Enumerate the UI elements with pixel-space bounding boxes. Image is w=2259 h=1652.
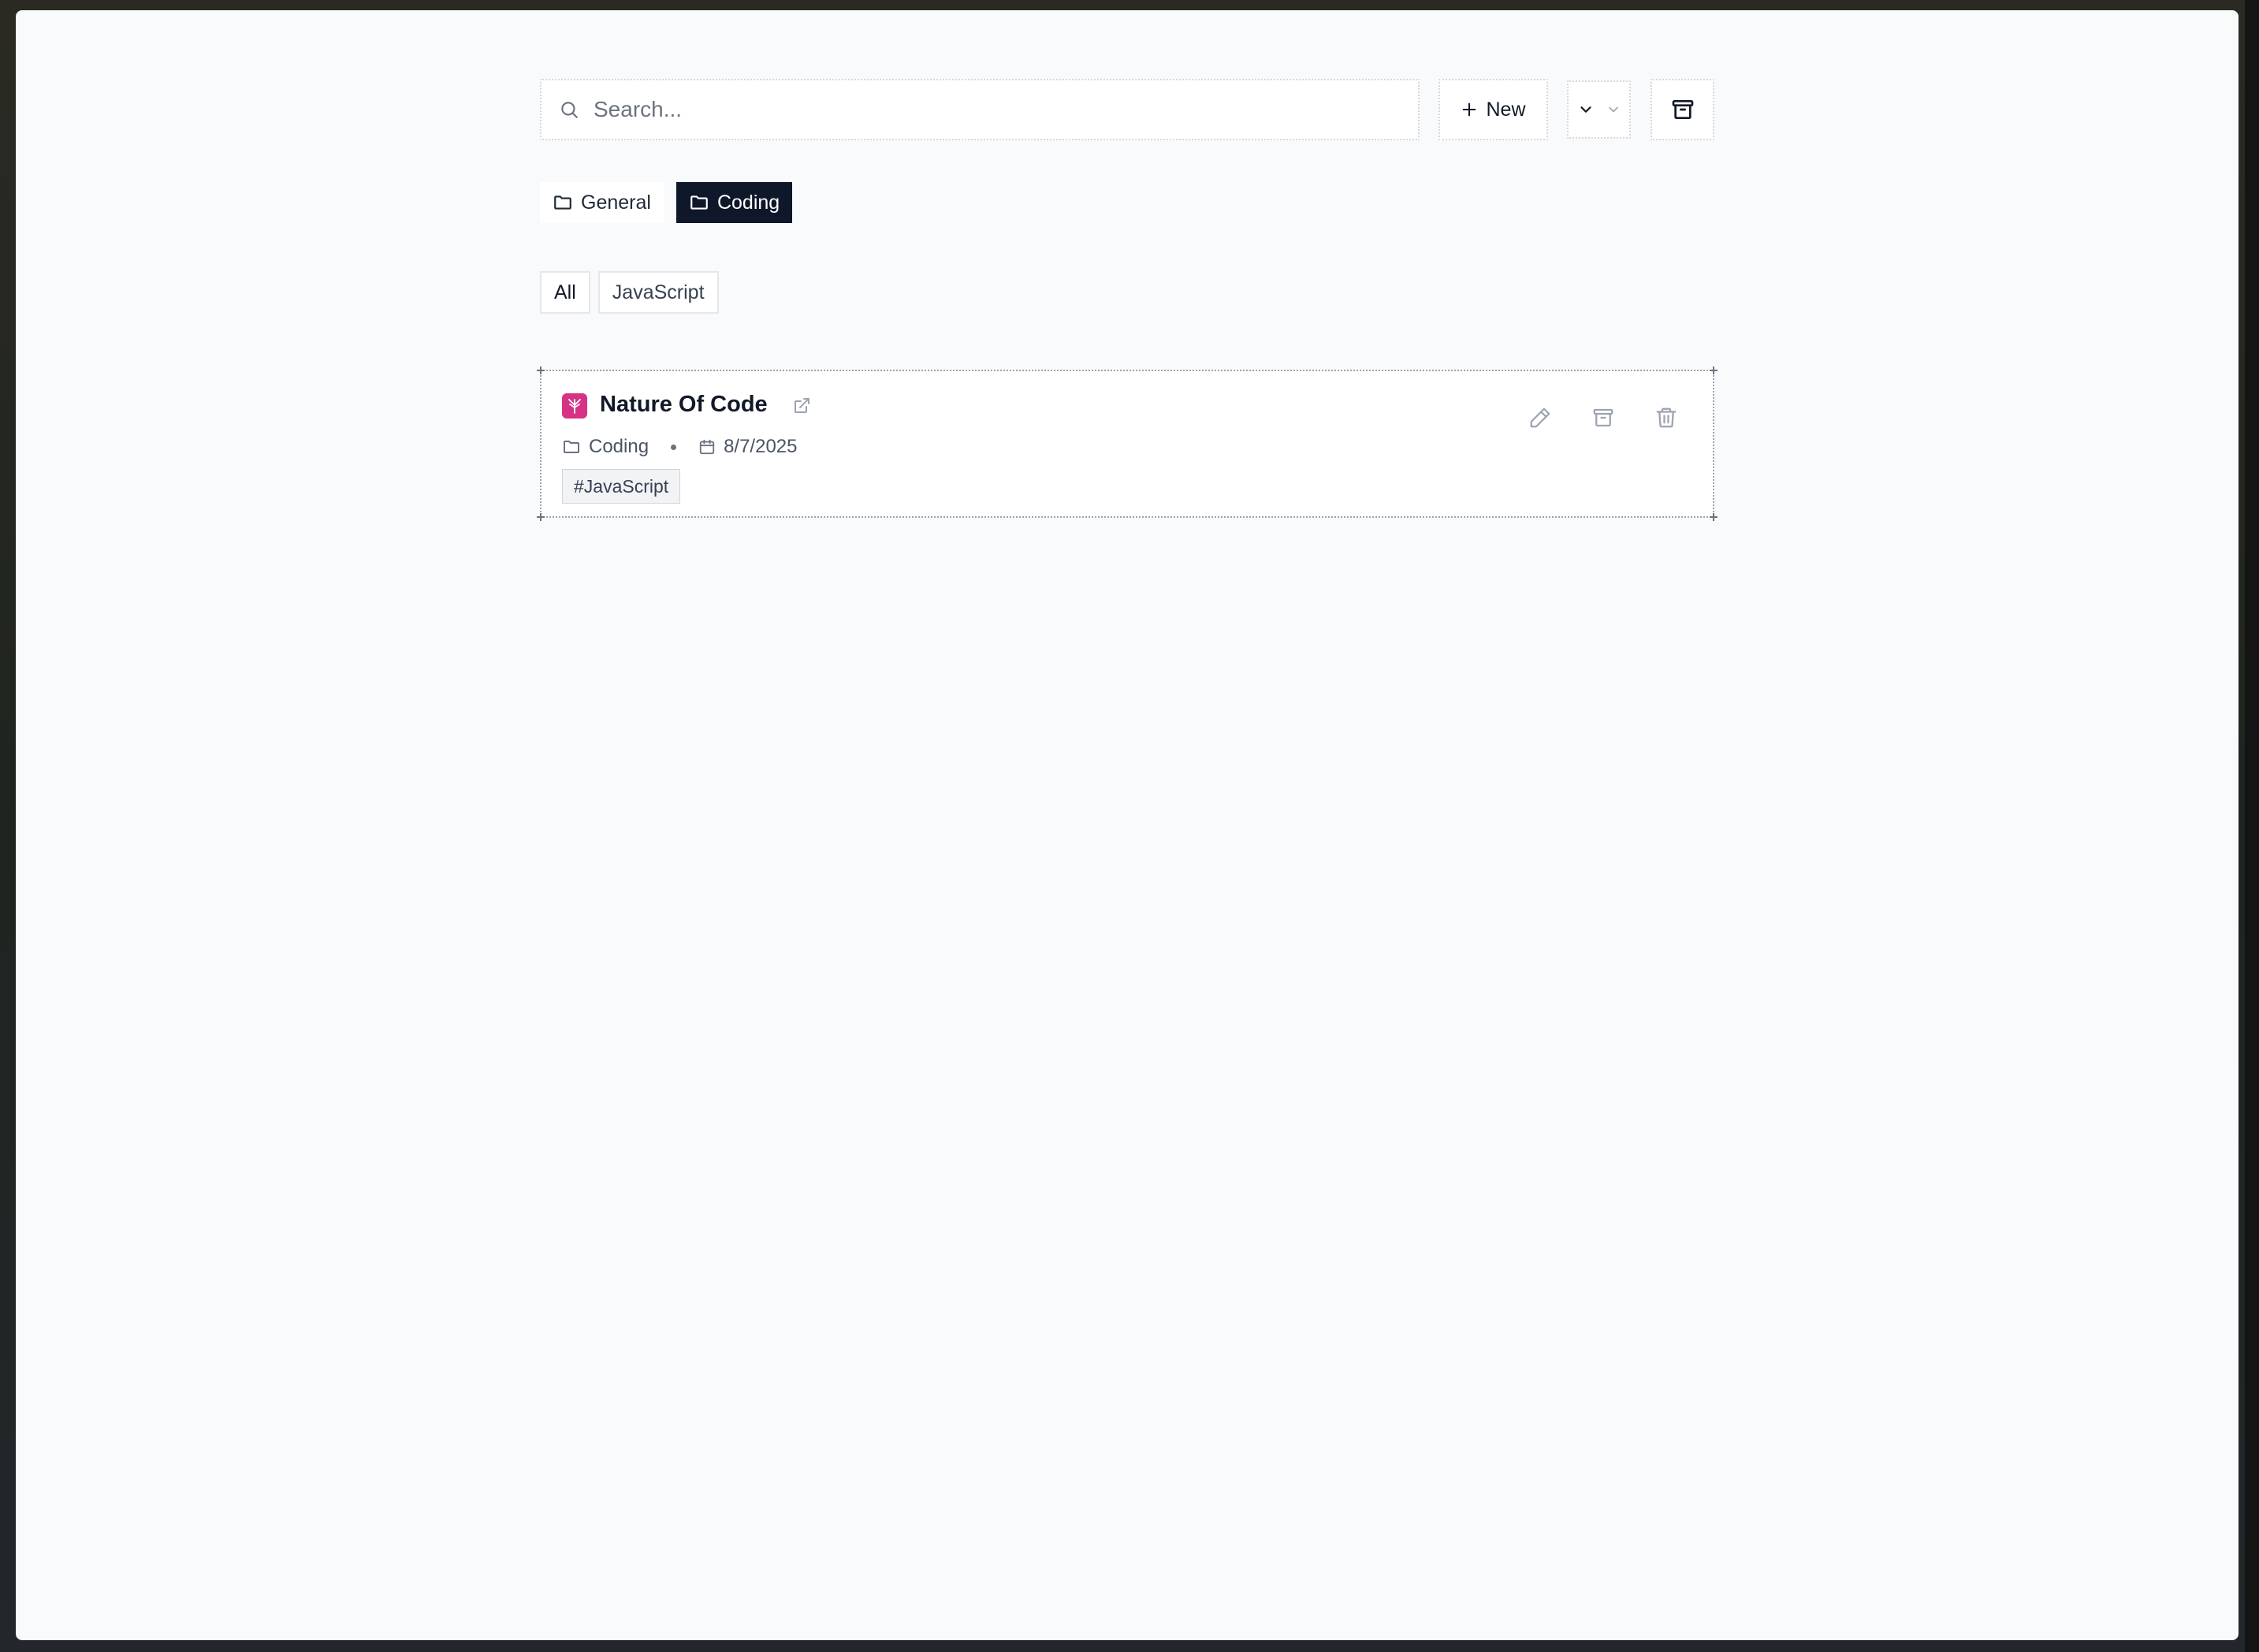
bookmark-meta: Coding 8/7/2025 [562, 436, 797, 458]
bookmark-tag[interactable]: #JavaScript [562, 469, 681, 504]
folder-label: Coding [716, 191, 780, 214]
resize-handle [537, 513, 545, 521]
bookmark-actions [1528, 406, 1678, 430]
tag-filter-all[interactable]: All [540, 271, 590, 314]
search-input[interactable] [592, 96, 1368, 123]
folder-list: General Coding [540, 182, 793, 223]
bookmark-favicon [562, 393, 587, 419]
folder-general[interactable]: General [540, 182, 664, 223]
resize-handle [537, 366, 545, 374]
sort-select[interactable] [1567, 80, 1631, 139]
app-window: New General Coding All JavaScript [16, 10, 2239, 1640]
archive-icon [1672, 100, 1693, 119]
archive-view-button[interactable] [1651, 79, 1714, 140]
trash-icon [1656, 407, 1677, 428]
folder-icon [564, 441, 579, 453]
resize-handle [1710, 366, 1718, 374]
tag-filter-list: All JavaScript [540, 271, 719, 314]
search-icon [561, 102, 578, 118]
new-button[interactable]: New [1438, 79, 1548, 140]
edit-button[interactable] [1528, 406, 1552, 430]
tag-filter-javascript[interactable]: JavaScript [597, 271, 719, 314]
chevron-down-icon [1608, 106, 1618, 113]
folder-coding[interactable]: Coding [675, 182, 793, 223]
bookmark-card[interactable]: Nature Of Code Coding 8/7/2025 #JavaScri… [537, 366, 1718, 521]
folder-icon [554, 195, 571, 210]
window-edge [2245, 0, 2259, 1652]
new-button-label: New [1486, 98, 1526, 121]
calendar-icon [699, 439, 715, 455]
resize-handle [1710, 513, 1718, 521]
external-link-icon[interactable] [792, 396, 811, 415]
delete-button[interactable] [1654, 406, 1678, 430]
archive-icon [1593, 408, 1613, 427]
meta-separator [671, 444, 677, 450]
pencil-icon [1530, 407, 1550, 428]
plus-icon [1463, 102, 1476, 117]
folder-label: General [581, 191, 651, 214]
search-bar[interactable] [540, 79, 1420, 140]
bookmark-folder: Coding [589, 436, 649, 457]
archive-button[interactable] [1591, 406, 1615, 430]
bookmark-date: 8/7/2025 [724, 436, 798, 457]
bookmark-title[interactable]: Nature Of Code [600, 392, 768, 418]
chevron-down-icon [1580, 106, 1591, 113]
folder-icon [690, 195, 708, 210]
tree-icon [568, 399, 581, 414]
